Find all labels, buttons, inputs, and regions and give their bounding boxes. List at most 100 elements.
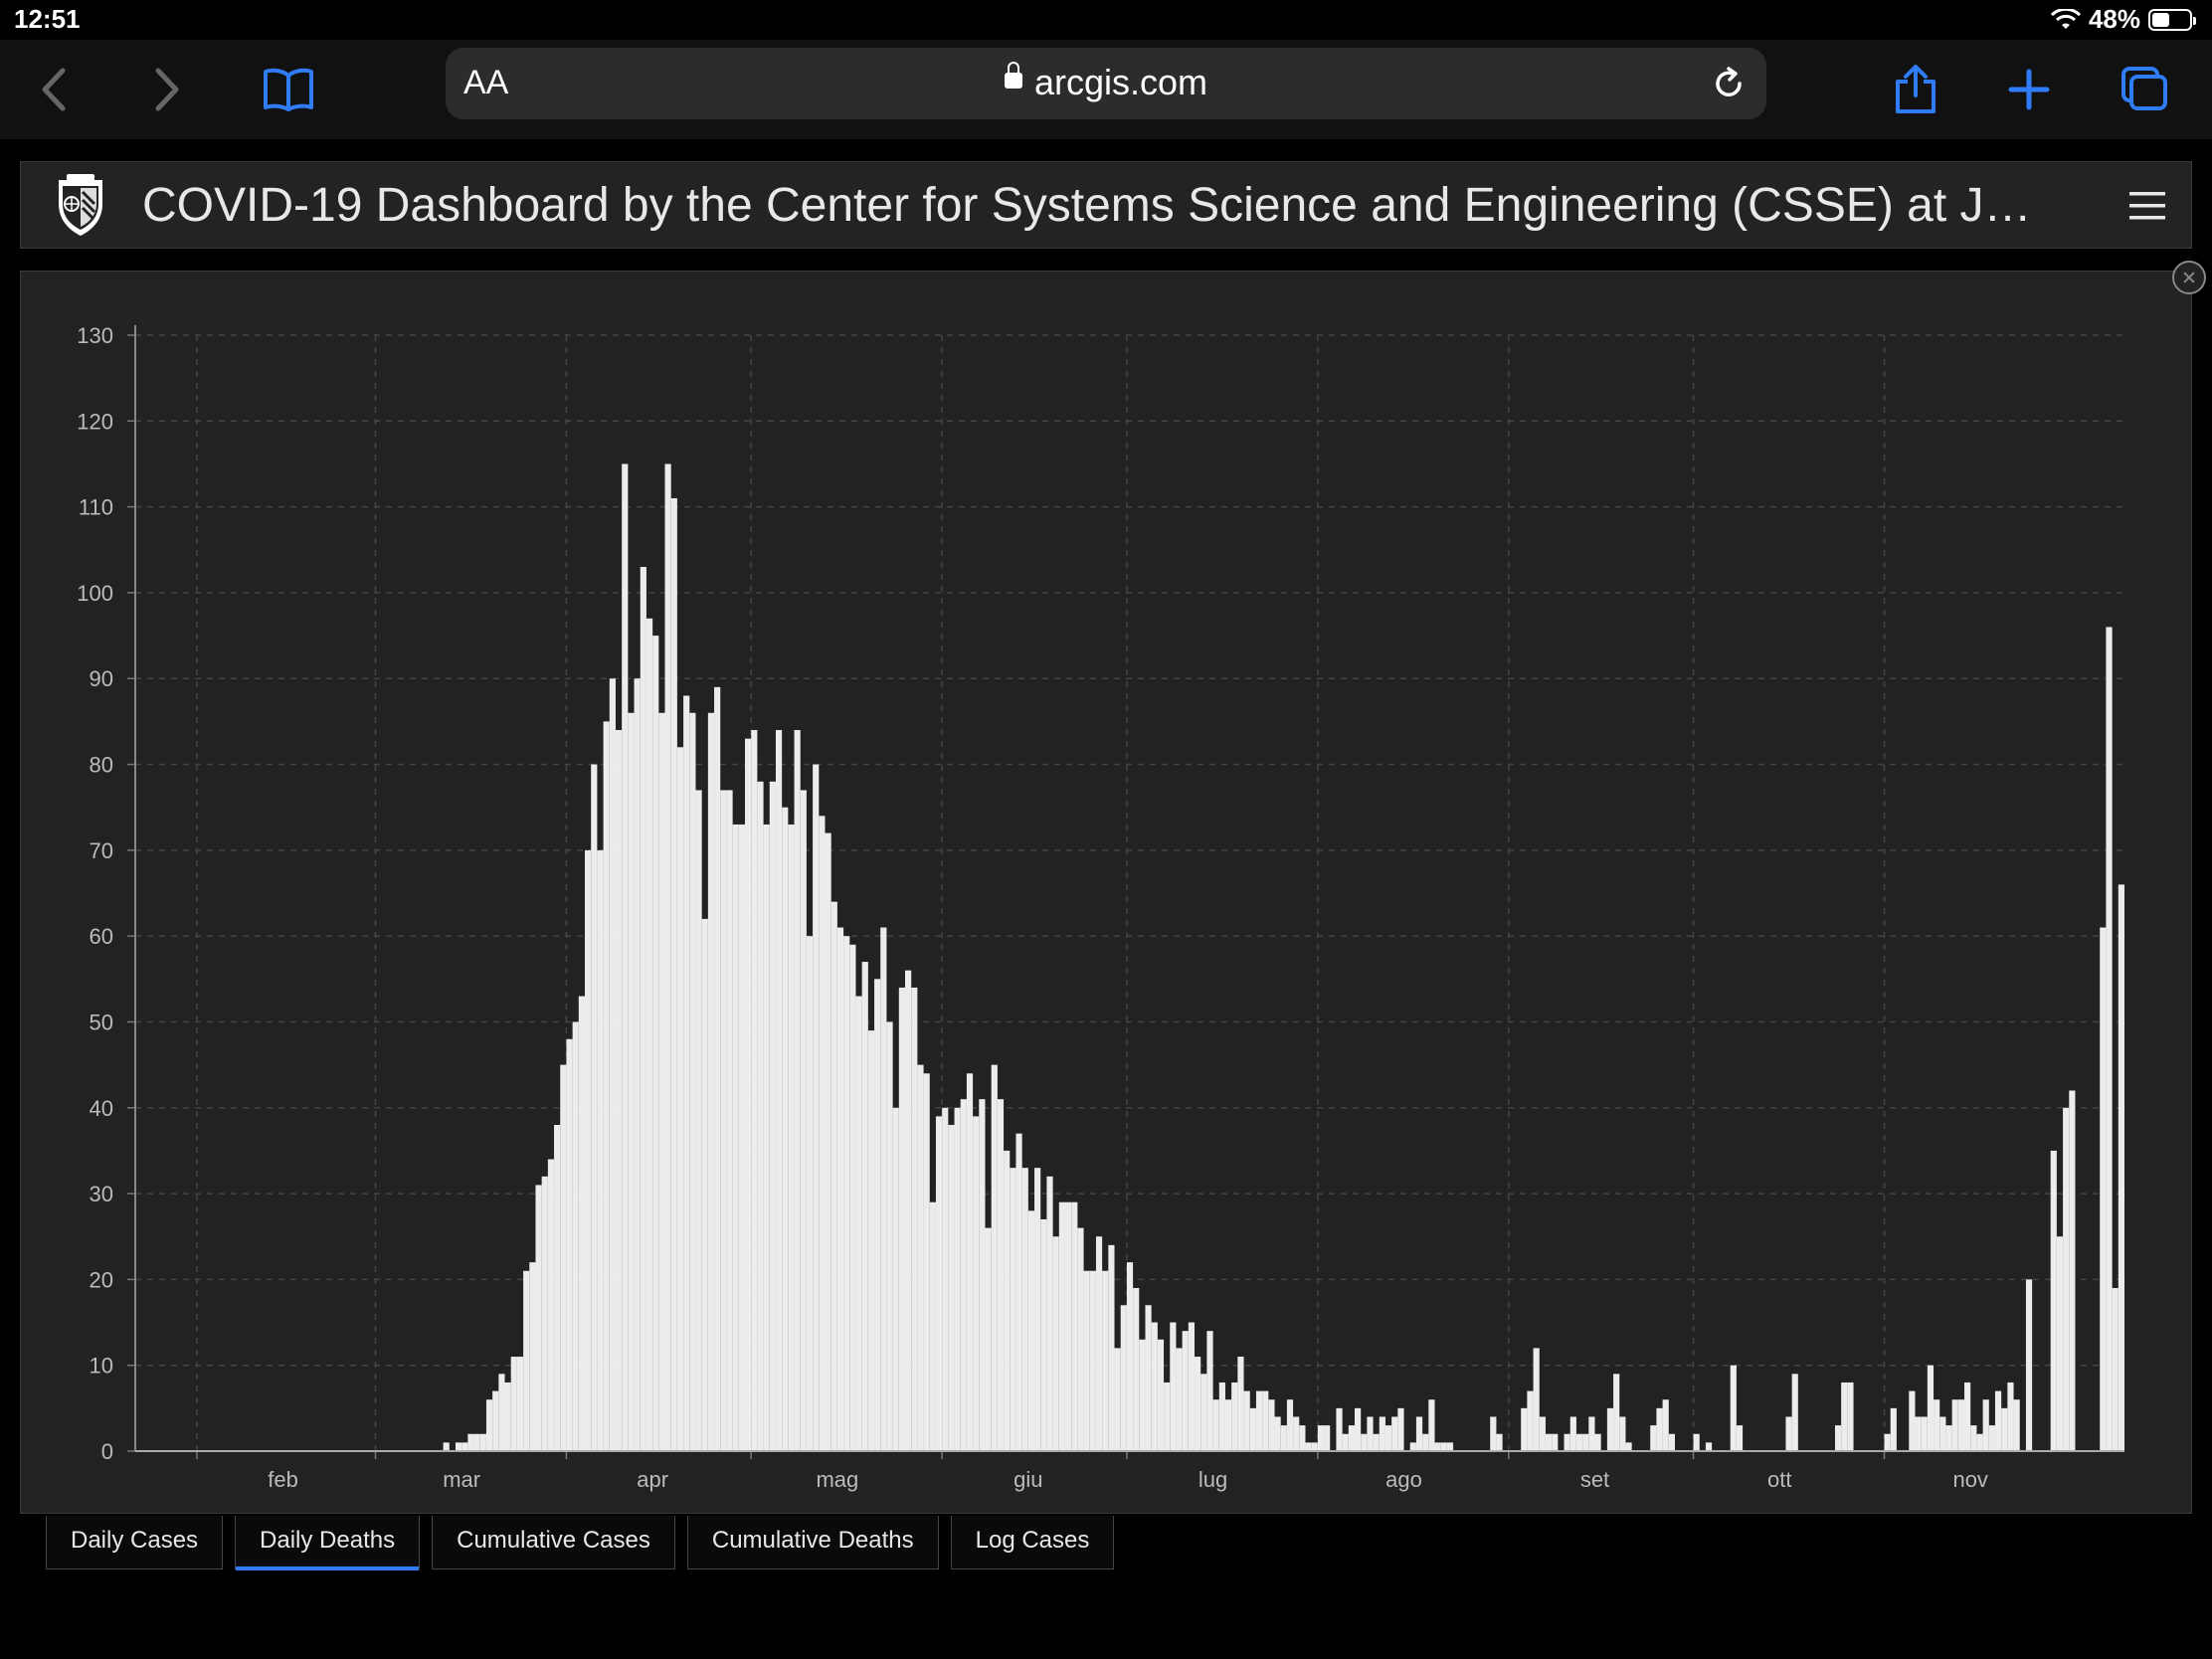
- chevron-right-icon[interactable]: [137, 60, 197, 119]
- y-tick-label: 10: [90, 1354, 113, 1379]
- bar: [597, 849, 604, 1451]
- bar: [1237, 1357, 1244, 1451]
- bar: [2001, 1407, 2008, 1451]
- bar: [1342, 1433, 1349, 1451]
- bar: [1527, 1390, 1534, 1451]
- bar: [1957, 1399, 1965, 1451]
- bar: [1606, 1407, 1614, 1451]
- bar: [1280, 1425, 1287, 1451]
- chart-panel: 0 10 20 30 40 50 60 70 80 90 100 110 120 130 feb mar apr…: [20, 271, 2192, 1514]
- x-tick-label: giu: [1014, 1467, 1042, 1492]
- bar: [572, 1021, 579, 1451]
- bar: [1588, 1416, 1595, 1451]
- bar: [603, 721, 610, 1451]
- tab-log-cases[interactable]: Log Cases: [950, 1516, 1115, 1569]
- bar: [615, 730, 623, 1451]
- bar: [1834, 1425, 1842, 1451]
- address-bar[interactable]: AA arcgis.com: [446, 48, 1766, 119]
- bar: [886, 1021, 893, 1451]
- bar: [2007, 1382, 2014, 1451]
- bar: [479, 1433, 486, 1451]
- tab-cumulative-cases[interactable]: Cumulative Cases: [432, 1516, 675, 1569]
- tab-cumulative-deaths[interactable]: Cumulative Deaths: [686, 1516, 939, 1569]
- bar: [1890, 1407, 1897, 1451]
- bar: [2069, 1090, 2076, 1451]
- bar: [1108, 1244, 1115, 1451]
- bar: [830, 901, 837, 1451]
- lock-icon: [1004, 62, 1022, 90]
- status-time: 12:51: [14, 4, 81, 34]
- y-tick-label: 130: [77, 323, 113, 348]
- x-tick-label: feb: [268, 1467, 298, 1492]
- bar: [1964, 1382, 1971, 1451]
- bar: [2118, 884, 2124, 1451]
- bar: [843, 936, 850, 1451]
- bar: [954, 1107, 961, 1451]
- bar: [991, 1064, 998, 1451]
- book-icon[interactable]: [259, 60, 318, 119]
- bar: [1496, 1433, 1503, 1451]
- share-icon[interactable]: [1886, 60, 1945, 119]
- tab-daily-cases[interactable]: Daily Cases: [46, 1516, 224, 1569]
- x-tick-label: nov: [1952, 1467, 1987, 1492]
- bar: [1164, 1382, 1171, 1451]
- bar: [788, 824, 795, 1451]
- bar: [523, 1270, 530, 1451]
- bar: [806, 936, 814, 1451]
- bar: [1909, 1390, 1916, 1451]
- bar: [985, 1227, 992, 1451]
- tabs-icon[interactable]: [2115, 60, 2174, 119]
- tab-daily-deaths[interactable]: Daily Deaths: [235, 1516, 421, 1570]
- bar: [1594, 1433, 1601, 1451]
- bar: [1151, 1322, 1158, 1451]
- bar: [585, 849, 592, 1451]
- bar: [1311, 1442, 1318, 1451]
- bar: [1102, 1270, 1109, 1451]
- y-tick-label: 90: [90, 666, 113, 691]
- bar: [535, 1185, 542, 1451]
- bar: [1126, 1262, 1134, 1451]
- reload-icon[interactable]: [1711, 66, 1747, 101]
- chevron-left-icon[interactable]: [24, 60, 84, 119]
- bar: [1077, 1227, 1084, 1451]
- bar: [529, 1262, 536, 1451]
- x-tick-label: mar: [443, 1467, 480, 1492]
- x-tick-label: set: [1580, 1467, 1609, 1492]
- bar: [2050, 1150, 2057, 1451]
- bar: [966, 1073, 974, 1451]
- bar: [1243, 1390, 1250, 1451]
- collapse-icon[interactable]: [2172, 261, 2206, 294]
- y-tick-label: 40: [90, 1096, 113, 1121]
- bar: [763, 824, 770, 1451]
- bar: [979, 1099, 986, 1451]
- chart-tabs: Daily Cases Daily Deaths Cumulative Cases C…: [46, 1516, 1115, 1570]
- bar: [1951, 1399, 1958, 1451]
- hamburger-menu-icon[interactable]: [2127, 186, 2167, 226]
- bar: [1791, 1374, 1798, 1451]
- bar: [1218, 1382, 1225, 1451]
- bar: [861, 962, 868, 1451]
- plus-icon[interactable]: [1999, 60, 2059, 119]
- y-tick-label: 20: [90, 1267, 113, 1292]
- y-tick-label: 60: [90, 924, 113, 949]
- bar: [1286, 1399, 1294, 1451]
- bar: [1440, 1442, 1447, 1451]
- bar: [1884, 1433, 1891, 1451]
- bar: [1139, 1339, 1146, 1451]
- bar: [997, 1099, 1005, 1451]
- bar: [1490, 1416, 1497, 1451]
- battery-icon: [2148, 8, 2196, 31]
- url-display[interactable]: arcgis.com: [446, 62, 1766, 103]
- bar: [1668, 1433, 1675, 1451]
- bar: [658, 712, 665, 1451]
- bar: [689, 712, 696, 1451]
- bar: [664, 463, 671, 1451]
- x-tick-label: lug: [1198, 1467, 1227, 1492]
- bar: [609, 678, 616, 1451]
- bar: [836, 927, 844, 1451]
- y-tick-label: 80: [90, 753, 113, 778]
- x-tick-label: ott: [1767, 1467, 1791, 1492]
- bar: [652, 636, 659, 1451]
- bar: [794, 730, 801, 1451]
- bar: [485, 1399, 493, 1451]
